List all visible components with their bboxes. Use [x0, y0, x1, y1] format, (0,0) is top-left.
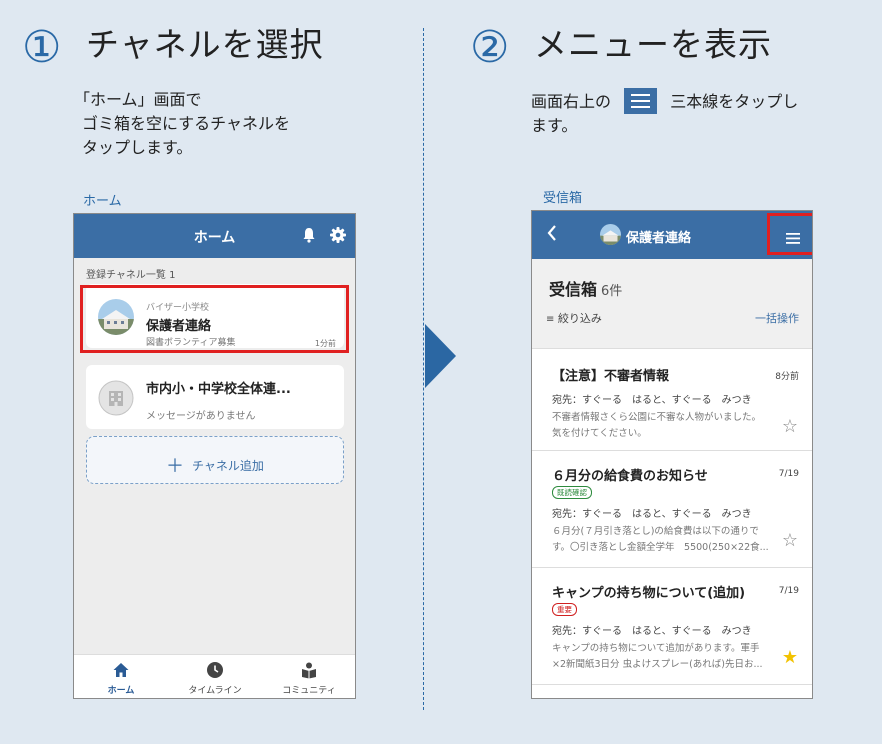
important-badge: 重要: [552, 603, 577, 616]
message-preview-line: キャンプの持ち物について追加があります。軍手: [552, 643, 760, 654]
step2-desc-line2: ます。: [531, 116, 578, 135]
home-screen: ホーム 登録チャネル一覧 1 バイザー小学校 保護者連絡 図書ボランティア募集 …: [73, 213, 356, 699]
star-filled-icon[interactable]: ★: [782, 649, 798, 667]
message-list-end: [532, 684, 812, 698]
message-preview-line: 不審者情報さくら公園に不審な人物がいました。: [552, 412, 762, 423]
home-icon: [74, 661, 168, 681]
message-date: 7/19: [778, 469, 799, 479]
tab-timeline[interactable]: タイムライン: [168, 655, 262, 698]
message-item[interactable]: キャンプの持ち物について(追加) 7/19 重要 宛先：すぐーる はると、すぐー…: [532, 567, 812, 684]
bulk-action-button[interactable]: 一括操作: [755, 310, 799, 326]
message-preview-line: 気を付けてください。: [552, 428, 647, 439]
star-outline-icon[interactable]: ☆: [782, 532, 798, 550]
clock-icon: [168, 661, 262, 681]
message-preview: 不審者情報さくら公園に不審な人物がいました。 気を付けてください。: [552, 410, 777, 442]
step2-description: 画面右上の 三本線をタップし ます。: [531, 88, 798, 138]
step1-desc-line: 「ホーム」画面で: [74, 90, 202, 109]
home-header: ホーム: [74, 214, 355, 258]
message-recipients: 宛先：すぐーる はると、すぐーる みつき: [552, 626, 752, 637]
next-arrow-icon: [425, 324, 456, 388]
step-divider: [423, 28, 424, 710]
filter-button[interactable]: ≡ 絞り込み: [546, 310, 602, 326]
add-channel-label: チャネル追加: [192, 459, 264, 473]
filter-label: 絞り込み: [557, 312, 602, 325]
tab-community-label: コミュニティ: [282, 686, 336, 696]
step1-description: 「ホーム」画面で ゴミ箱を空にするチャネルを タップします。: [74, 88, 290, 160]
inbox-title: 受信箱 6件: [549, 276, 622, 300]
inbox-header: 保護者連絡: [532, 211, 812, 259]
step2-desc-after: 三本線をタップし: [670, 92, 799, 111]
bell-icon[interactable]: [302, 227, 316, 247]
tab-home-label: ホーム: [107, 686, 135, 696]
message-item[interactable]: ６月分の給食費のお知らせ 7/19 既読確認 宛先：すぐーる はると、すぐーる …: [532, 450, 812, 567]
step2-desc-before: 画面右上の: [531, 92, 612, 111]
channel-name: 市内小・中学校全体連...: [146, 382, 291, 397]
selection-highlight-box: [80, 285, 349, 353]
step1-desc-line: タップします。: [82, 138, 193, 157]
step2-title: メニューを表示: [534, 25, 772, 64]
channel-avatar: [600, 224, 621, 245]
channel-latest-message: メッセージがありません: [146, 411, 256, 422]
message-recipients: 宛先：すぐーる はると、すぐーる みつき: [552, 395, 752, 406]
building-avatar-icon: [98, 380, 134, 416]
step2-number: ②: [470, 22, 510, 73]
message-preview-line: す。〇引き落とし金額全学年 5500(250×22食...: [552, 542, 769, 553]
plus-icon: ＋: [166, 456, 185, 477]
message-title: キャンプの持ち物について(追加): [552, 586, 746, 601]
inbox-screen: 保護者連絡 受信箱 6件 ≡ 絞り込み 一括操作 【注意】不審者情報 8分前 宛先…: [531, 210, 813, 699]
message-date: 7/19: [778, 586, 799, 596]
read-receipt-badge: 既読確認: [552, 486, 592, 499]
message-preview: キャンプの持ち物について追加があります。軍手 ×2新聞紙3日分 虫よけスプレー(…: [552, 641, 777, 673]
registered-channels-label: 登録チャネル一覧 1: [86, 270, 176, 281]
step1-title: チャネルを選択: [86, 25, 324, 64]
gear-icon[interactable]: [330, 227, 346, 247]
step1-number: ①: [22, 22, 62, 73]
inbox-header-title: 保護者連絡: [626, 231, 692, 246]
filter-icon: ≡: [546, 314, 555, 325]
message-preview-line: ×2新聞紙3日分 虫よけスプレー(あれば)先日お...: [552, 659, 763, 670]
message-item[interactable]: 【注意】不審者情報 8分前 宛先：すぐーる はると、すぐーる みつき 不審者情報…: [532, 348, 812, 450]
community-icon: [262, 661, 355, 681]
message-title: ６月分の給食費のお知らせ: [552, 469, 708, 484]
hamburger-menu-icon: [624, 88, 658, 114]
inbox-title-label: 受信箱: [549, 280, 598, 299]
bottom-tab-bar: ホーム タイムライン コミュニティ: [74, 654, 355, 698]
message-preview: ６月分(７月引き落とし)の給食費は以下の通りで す。〇引き落とし金額全学年 55…: [552, 524, 777, 556]
message-date: 8分前: [775, 372, 799, 382]
tab-home[interactable]: ホーム: [74, 655, 168, 698]
star-outline-icon[interactable]: ☆: [782, 418, 798, 436]
inbox-count: 6件: [601, 284, 623, 299]
tab-timeline-label: タイムライン: [188, 686, 242, 696]
message-recipients: 宛先：すぐーる はると、すぐーる みつき: [552, 509, 752, 520]
message-title: 【注意】不審者情報: [552, 369, 670, 384]
message-preview-line: ６月分(７月引き落とし)の給食費は以下の通りで: [552, 526, 759, 537]
screen-caption-home: ホーム: [83, 194, 122, 209]
menu-highlight-box: [767, 213, 812, 255]
step1-desc-line: ゴミ箱を空にするチャネルを: [82, 114, 291, 133]
add-channel-button[interactable]: ＋ チャネル追加: [86, 436, 344, 484]
screen-caption-inbox: 受信箱: [543, 191, 583, 206]
tab-community[interactable]: コミュニティ: [262, 655, 355, 698]
back-chevron-icon[interactable]: [546, 223, 558, 247]
channel-card-city-schools[interactable]: 市内小・中学校全体連... メッセージがありません: [86, 365, 344, 429]
